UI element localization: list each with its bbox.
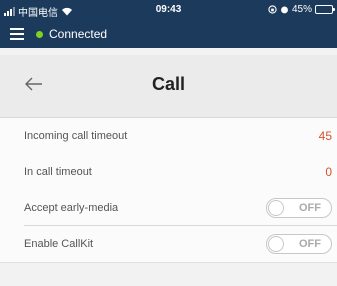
setting-value[interactable]: 45: [319, 129, 332, 143]
rotation-lock-icon: [268, 5, 277, 14]
setting-in-call-timeout[interactable]: In call timeout 0: [0, 154, 337, 190]
setting-label: Enable CallKit: [24, 238, 94, 250]
menu-icon[interactable]: [10, 28, 24, 40]
connection-status-text: Connected: [49, 27, 108, 41]
connection-status-dot: [36, 30, 43, 38]
toggle-knob: [268, 236, 284, 252]
settings-list: Incoming call timeout 45 In call timeout…: [0, 118, 337, 263]
page-header: Call: [0, 55, 337, 118]
enable-callkit-toggle[interactable]: OFF: [266, 234, 332, 254]
toggle-state-label: OFF: [299, 202, 321, 214]
setting-label: Incoming call timeout: [24, 130, 128, 142]
alarm-icon: [281, 6, 288, 14]
battery-icon: [315, 5, 335, 14]
setting-label: In call timeout: [24, 166, 92, 178]
setting-incoming-call-timeout[interactable]: Incoming call timeout 45: [0, 118, 337, 154]
page-title: Call: [151, 74, 185, 94]
toggle-knob: [268, 200, 284, 216]
setting-enable-callkit: Enable CallKit OFF: [0, 226, 337, 262]
accept-early-media-toggle[interactable]: OFF: [266, 198, 332, 218]
toggle-state-label: OFF: [299, 238, 321, 250]
app-bar: Connected: [0, 20, 337, 48]
setting-accept-early-media: Accept early-media OFF: [0, 190, 337, 226]
setting-value[interactable]: 0: [325, 165, 332, 179]
setting-label: Accept early-media: [24, 202, 119, 214]
status-right: 45%: [268, 4, 335, 15]
status-bar: 中国电信 09:43 45%: [0, 0, 337, 20]
battery-percent: 45%: [291, 4, 312, 15]
